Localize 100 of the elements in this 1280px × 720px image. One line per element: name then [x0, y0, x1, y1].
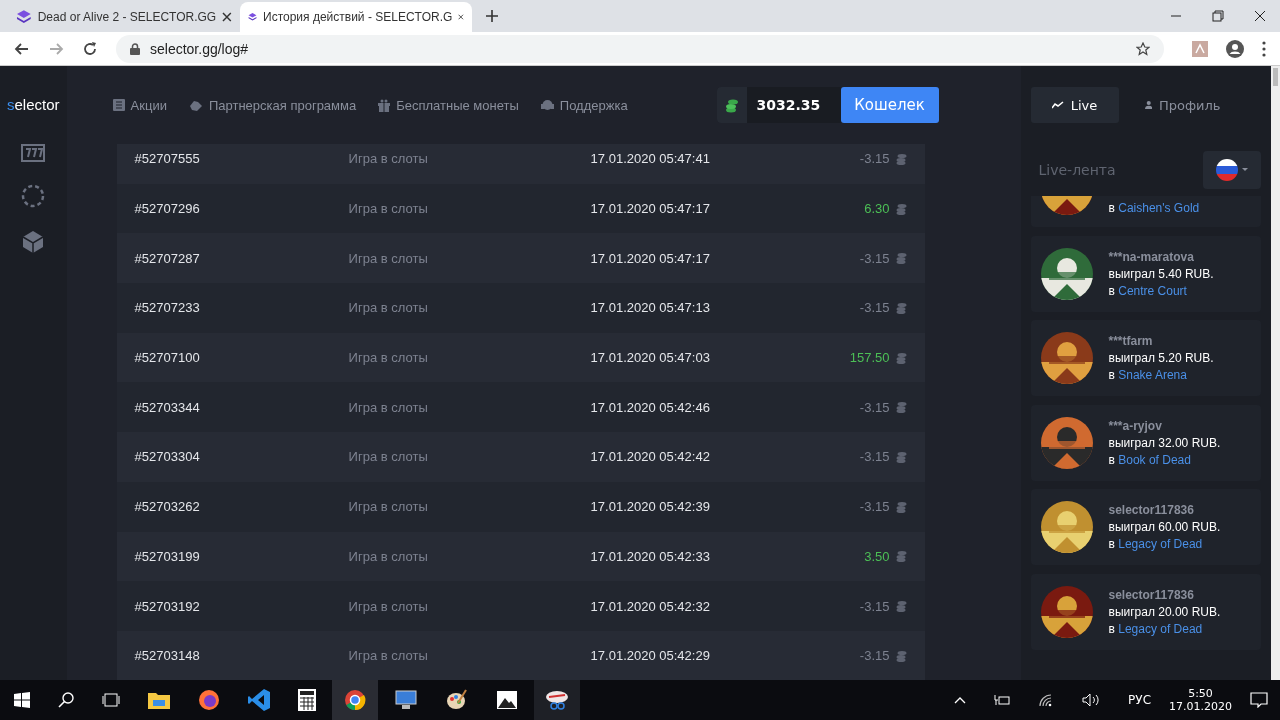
table-cell-text: -3.15 [858, 449, 890, 465]
table-cell-text: 17.01.2020 05:42:42 [590, 449, 711, 465]
browser-tab[interactable]: История действий - SELECTOR.G [240, 2, 472, 32]
wallet-button[interactable]: Кошелек [840, 87, 939, 123]
computer-icon[interactable] [394, 689, 418, 711]
table-cell-text: 17.01.2020 05:47:17 [590, 201, 711, 217]
feed-card[interactable]: ***a-ryjov выиграл 32.00 RUB. в Book of Dead [1030, 404, 1261, 481]
feed-card[interactable]: selector117836 выиграл 20.00 RUB. в Legacy of Dead [1030, 573, 1261, 650]
slot-machine-icon[interactable] [21, 144, 46, 162]
table-cell-text: Игра в слоты [348, 548, 429, 564]
table-cell-text: #52707555 [134, 151, 201, 167]
table-cell-text: -3.15 [858, 399, 890, 415]
chart-line-icon [1051, 101, 1064, 109]
table-cell-text: #52707233 [134, 300, 201, 316]
game-link[interactable]: Snake Arena [1118, 368, 1187, 382]
star-icon[interactable] [1136, 41, 1150, 56]
table-cell-text: #52703148 [134, 648, 201, 664]
panel-tab[interactable]: Live [1030, 87, 1119, 123]
calculator-icon[interactable] [298, 689, 316, 711]
search-icon[interactable] [58, 692, 74, 708]
language-dropdown[interactable] [1202, 151, 1261, 189]
panel-tab[interactable]: Профиль [1138, 87, 1227, 123]
feed-card[interactable]: в Caishen's Gold [1030, 196, 1261, 227]
menu-icon[interactable] [1262, 40, 1266, 57]
table-cell-text: Игра в слоты [348, 648, 429, 664]
site-logo[interactable]: selector [7, 66, 60, 144]
speaker-icon[interactable] [1082, 693, 1101, 707]
game-link[interactable]: Legacy of Dead [1118, 537, 1203, 551]
close-icon[interactable] [222, 12, 232, 22]
feed-card[interactable]: ***na-maratova выиграл 5.40 RUB. в Centre Court [1030, 235, 1261, 312]
table-cell-text: 17.01.2020 05:47:13 [590, 300, 711, 316]
game-link[interactable]: Caishen's Gold [1118, 201, 1200, 215]
chrome-icon[interactable] [344, 689, 366, 711]
task-view-icon[interactable] [102, 693, 120, 707]
game-link[interactable]: Book of Dead [1118, 452, 1191, 467]
snipping-tool-icon[interactable] [545, 689, 569, 711]
back-icon[interactable] [14, 40, 30, 57]
close-icon[interactable] [1254, 10, 1266, 22]
feed-card[interactable]: ***tfarm выиграл 5.20 RUB. в Snake Arena [1030, 320, 1261, 396]
hexagon-icon[interactable] [21, 230, 46, 254]
folder-icon[interactable] [148, 691, 170, 709]
notification-icon[interactable] [1250, 692, 1268, 708]
coins-icon [895, 252, 907, 265]
address-field[interactable]: selector.gg/log# [116, 34, 1164, 63]
dashed-circle-icon[interactable] [21, 184, 46, 208]
username: ***a-ryjov [1108, 418, 1163, 433]
lock-icon [130, 42, 140, 55]
coins-icon [895, 401, 907, 414]
browser-app-icon[interactable] [198, 689, 220, 711]
win-text: выиграл 32.00 RUB. [1108, 435, 1221, 450]
chevron-up-icon[interactable] [954, 696, 967, 704]
username: ***tfarm [1108, 334, 1154, 348]
table-cell-text: 3.50 [863, 548, 890, 564]
reload-icon[interactable] [82, 40, 98, 57]
account-icon[interactable] [1226, 39, 1244, 58]
restore-icon[interactable] [1212, 10, 1224, 22]
browser-tab[interactable]: Dead or Alive 2 - SELECTOR.GG [8, 2, 240, 32]
new-tab-icon[interactable] [486, 10, 498, 22]
table-cell-text: 17.01.2020 05:47:03 [590, 350, 711, 366]
windows-icon[interactable] [14, 692, 30, 708]
close-icon[interactable] [458, 12, 464, 22]
nav-link[interactable]: Партнерская программа [188, 97, 357, 113]
feed-title: Live-лента [1038, 162, 1116, 178]
table-cell-text: Игра в слоты [348, 201, 429, 217]
battery-icon[interactable] [994, 694, 1011, 706]
preposition: в [1108, 201, 1115, 215]
nav-link[interactable]: Акции [112, 97, 167, 113]
table-cell-text: #52703304 [134, 449, 201, 465]
table-cell-text: 6.30 [863, 201, 890, 217]
table-cell-text: 17.01.2020 05:42:33 [590, 548, 711, 564]
table-cell-text: -3.15 [858, 300, 890, 316]
coins-icon [895, 351, 907, 364]
table-cell-text: 17.01.2020 05:42:29 [590, 648, 711, 664]
clock-date[interactable]: 17.01.2020 [1169, 700, 1232, 713]
clock-time[interactable]: 5:50 [1188, 687, 1213, 700]
table-cell-text: Игра в слоты [348, 598, 429, 614]
coins-icon [895, 152, 907, 165]
code-editor-icon[interactable] [248, 689, 270, 711]
preposition: в [1108, 621, 1115, 636]
table-cell-text: 17.01.2020 05:42:32 [590, 598, 711, 614]
coins-icon [895, 500, 907, 513]
game-link[interactable]: Centre Court [1118, 283, 1187, 298]
table-cell-text: #52703199 [134, 548, 201, 564]
game-link[interactable]: Legacy of Dead [1118, 621, 1203, 636]
coins-icon [895, 600, 907, 613]
image-icon[interactable] [496, 690, 518, 710]
nav-link[interactable]: Поддержка [540, 97, 628, 113]
coins-icon [895, 450, 907, 463]
nav-link[interactable]: Бесплатные монеты [378, 97, 519, 113]
table-cell-text: -3.15 [858, 151, 890, 167]
table-cell-text: #52703192 [134, 598, 201, 614]
palette-icon[interactable] [446, 689, 468, 711]
scrollbar[interactable] [1270, 66, 1280, 680]
language-indicator[interactable]: РУС [1128, 693, 1151, 707]
win-text: выиграл 5.20 RUB. [1108, 351, 1214, 365]
feed-card[interactable]: selector117836 выиграл 60.00 RUB. в Legacy of Dead [1030, 489, 1261, 565]
preposition: в [1108, 368, 1115, 382]
table-cell-text: Игра в слоты [348, 399, 429, 415]
table-cell-text: Игра в слоты [348, 300, 429, 316]
table-cell-text: -3.15 [858, 598, 890, 614]
